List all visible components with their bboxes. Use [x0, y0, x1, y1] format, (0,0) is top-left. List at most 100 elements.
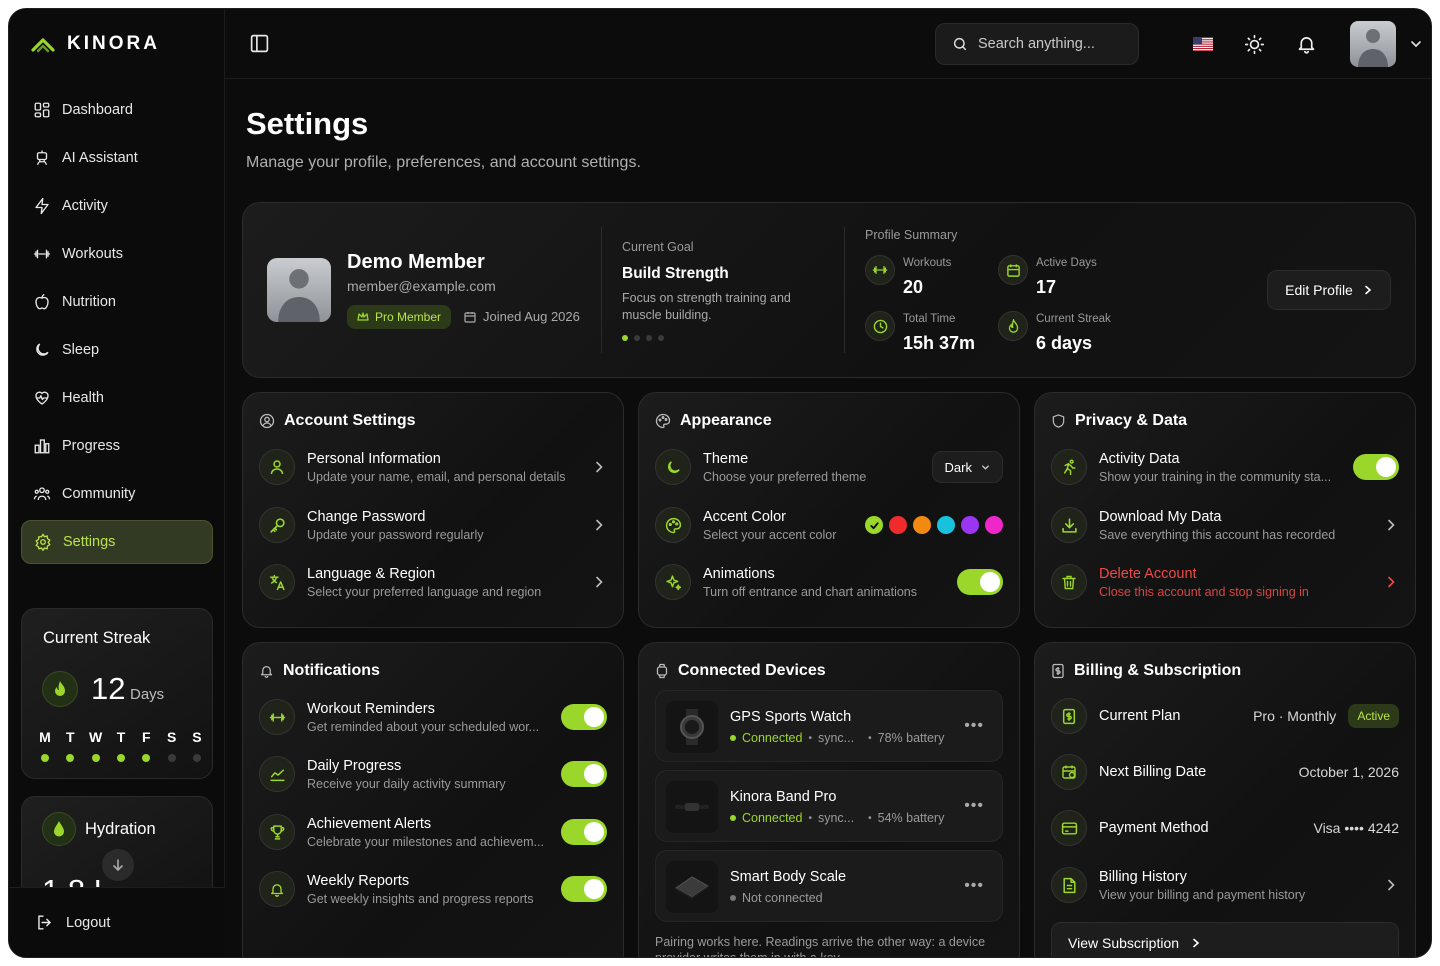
animations-toggle[interactable]	[957, 569, 1003, 595]
toggle-sidebar-button[interactable]	[249, 33, 270, 54]
trash-icon-wrap	[1051, 564, 1087, 600]
streak-day-label: F	[142, 729, 151, 745]
change-password-row[interactable]: Change Password Update your password regu…	[259, 503, 607, 547]
streak-day-label: W	[89, 729, 103, 745]
theme-select[interactable]: Dark	[931, 451, 1003, 483]
device-gps-watch[interactable]: GPS Sports Watch Connected • sync... • 7…	[655, 690, 1003, 762]
billing-history-row[interactable]: Billing History View your billing and pay…	[1051, 863, 1399, 907]
goal-carousel-dots[interactable]	[622, 335, 664, 341]
sidebar-item-ai-assistant[interactable]: AI Assistant	[21, 136, 213, 180]
search-bar[interactable]	[935, 23, 1139, 65]
row-title: Workout Reminders	[307, 700, 435, 717]
sidebar-item-activity[interactable]: Activity	[21, 184, 213, 228]
sidebar-item-dashboard[interactable]: Dashboard	[21, 88, 213, 132]
carousel-dot[interactable]	[634, 335, 640, 341]
device-status-label: Connected	[742, 811, 803, 825]
edit-profile-label: Edit Profile	[1285, 282, 1353, 298]
running-icon	[1063, 459, 1076, 475]
carousel-dot[interactable]	[658, 335, 664, 341]
sidebar-item-community[interactable]: Community	[21, 472, 213, 516]
device-status: Not connected	[730, 891, 823, 905]
sidebar-item-workouts[interactable]: Workouts	[21, 232, 213, 276]
theme-selected-value: Dark	[944, 459, 972, 475]
device-smart-scale[interactable]: Smart Body Scale Not connected •••	[655, 850, 1003, 922]
row-desc: Get weekly insights and progress reports	[307, 891, 534, 906]
calendar-icon-wrap	[1051, 754, 1087, 790]
notifications-button[interactable]	[1296, 33, 1317, 55]
accent-swatch[interactable]	[961, 516, 979, 534]
achievement-alerts-toggle[interactable]	[561, 819, 607, 845]
more-options-button[interactable]: •••	[964, 877, 984, 895]
profile-card: Demo Member member@example.com Pro Membe…	[242, 202, 1416, 378]
edit-profile-button[interactable]: Edit Profile	[1267, 270, 1391, 310]
download-data-row[interactable]: Download My Data Save everything this acc…	[1051, 503, 1399, 547]
sidebar-item-label: Community	[62, 486, 136, 502]
sidebar-item-settings[interactable]: Settings	[21, 520, 213, 564]
separator-dot: •	[868, 732, 872, 744]
accent-swatch[interactable]	[937, 516, 955, 534]
device-status-label: Connected	[742, 731, 803, 745]
row-title: Download My Data	[1099, 508, 1222, 525]
daily-progress-toggle[interactable]	[561, 761, 607, 787]
delete-account-row[interactable]: Delete Account Close this account and sto…	[1051, 560, 1399, 604]
row-title: Weekly Reports	[307, 872, 410, 889]
sidebar-item-sleep[interactable]: Sleep	[21, 328, 213, 372]
language-selector[interactable]	[1193, 37, 1213, 51]
crown-icon	[357, 312, 369, 321]
flame-icon	[55, 681, 65, 696]
streak-day-label: T	[116, 729, 126, 745]
sidebar-item-nutrition[interactable]: Nutrition	[21, 280, 213, 324]
streak-title: Current Streak	[43, 629, 151, 647]
separator-dot: •	[868, 812, 872, 824]
stat-value: 20	[903, 277, 924, 297]
achievement-alerts-row: Achievement Alerts Celebrate your milesto…	[259, 810, 607, 854]
search-input[interactable]	[978, 36, 1118, 52]
profile-avatar	[267, 258, 331, 322]
more-options-button[interactable]: •••	[964, 797, 984, 815]
sparkles-icon	[665, 574, 681, 590]
carousel-dot[interactable]	[646, 335, 652, 341]
device-kinora-band[interactable]: Kinora Band Pro Connected • sync... • 54…	[655, 770, 1003, 842]
calendar-dollar-icon	[1062, 765, 1076, 779]
user-menu-chevron[interactable]	[1410, 38, 1422, 50]
plan-value: Pro · Monthly	[1253, 708, 1337, 724]
language-region-row[interactable]: Language & Region Select your preferred l…	[259, 560, 607, 604]
user-icon	[270, 460, 284, 475]
view-subscription-button[interactable]: View Subscription	[1051, 922, 1399, 957]
trend-chart-icon	[269, 769, 285, 781]
more-options-button[interactable]: •••	[964, 717, 984, 735]
row-title: Animations	[703, 565, 775, 582]
carousel-dot-active[interactable]	[622, 335, 628, 341]
personal-information-row[interactable]: Personal Information Update your name, em…	[259, 445, 607, 489]
weekly-reports-toggle[interactable]	[561, 876, 607, 902]
calendar-icon	[464, 311, 476, 323]
document-icon-wrap	[1051, 867, 1087, 903]
accent-swatch[interactable]	[985, 516, 1003, 534]
key-icon-wrap	[259, 507, 295, 543]
divider	[601, 227, 602, 353]
account-settings-card: Account Settings Personal Information Upd…	[242, 392, 624, 628]
accent-swatch[interactable]	[889, 516, 907, 534]
brand-logo[interactable]: KINORA	[31, 33, 160, 55]
activity-data-toggle[interactable]	[1353, 454, 1399, 480]
avatar-figure-icon	[1358, 29, 1388, 67]
logout-button[interactable]: Logout	[9, 887, 225, 957]
brand-name: KINORA	[67, 33, 160, 54]
user-avatar[interactable]	[1350, 21, 1396, 67]
accent-swatch-selected[interactable]	[865, 516, 883, 534]
current-plan-row: Current Plan Pro · Monthly Active	[1051, 694, 1399, 738]
sidebar-item-label: Nutrition	[62, 294, 116, 310]
accent-swatch[interactable]	[913, 516, 931, 534]
dumbbell-icon-wrap	[259, 699, 295, 735]
workout-reminders-toggle[interactable]	[561, 704, 607, 730]
main-content: Settings Manage your profile, preference…	[225, 79, 1431, 957]
download-icon-wrap	[1051, 507, 1087, 543]
theme-toggle-button[interactable]	[1244, 34, 1265, 55]
streak-day: T	[61, 729, 79, 762]
dumbbell-icon	[33, 249, 51, 259]
billing-card: Billing & Subscription Current Plan Pro …	[1034, 642, 1416, 957]
sidebar-item-progress[interactable]: Progress	[21, 424, 213, 468]
sidebar-item-health[interactable]: Health	[21, 376, 213, 420]
streak-dot-filled	[142, 754, 151, 762]
stat-icon-wrap	[865, 255, 895, 285]
